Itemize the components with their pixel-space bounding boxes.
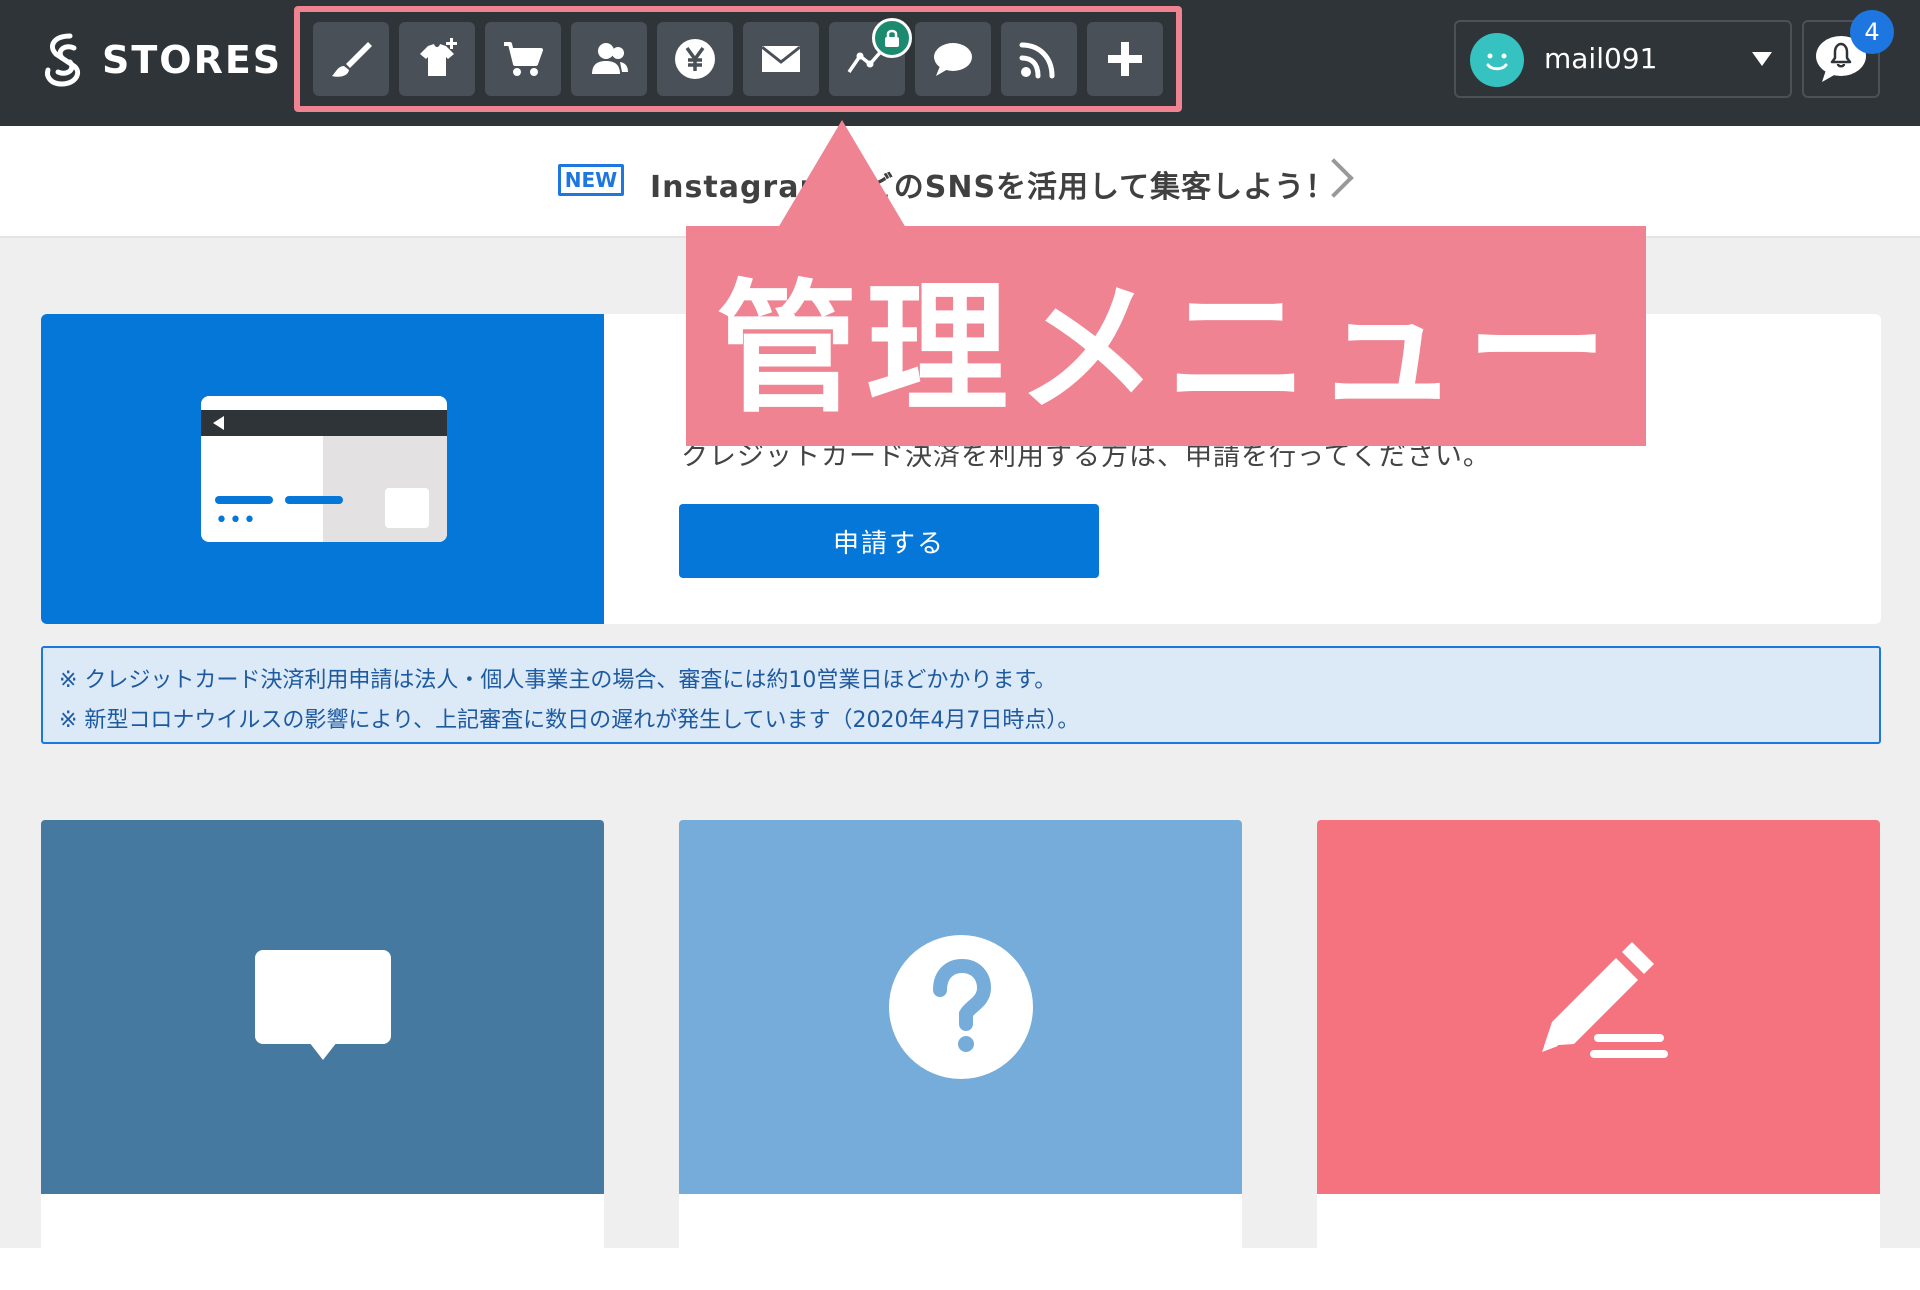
rss-icon <box>1019 42 1055 79</box>
menu-orders-button[interactable] <box>485 22 561 96</box>
question-icon <box>888 935 1033 1079</box>
announcement-text[interactable]: InstagramなどのSNSを活用して集客しよう！ <box>650 162 1336 206</box>
menu-messages-button[interactable] <box>915 22 991 96</box>
tile-messages-header <box>41 820 604 1194</box>
callout-text: 管理メニュー <box>716 267 1616 432</box>
stores-logo[interactable]: STORES <box>40 28 282 92</box>
menu-payments-button[interactable] <box>657 22 733 96</box>
menu-customers-button[interactable] <box>571 22 647 96</box>
brush-icon <box>332 42 372 77</box>
lock-badge <box>872 18 912 58</box>
notice-line-1: ※ クレジットカード決済利用申請は法人・個人事業主の場合、審査には約10営業日ほ… <box>59 668 1057 693</box>
tile-help[interactable] <box>679 820 1242 1290</box>
menu-add-item-button[interactable] <box>399 22 475 96</box>
chevron-down-icon <box>1752 52 1772 66</box>
pencil-icon <box>1541 942 1668 1058</box>
speech-bubble-icon <box>254 950 391 1060</box>
notice-box: ※ クレジットカード決済利用申請は法人・個人事業主の場合、審査には約10営業日ほ… <box>41 646 1881 744</box>
avatar <box>1470 33 1524 87</box>
tile-help-header <box>679 820 1242 1194</box>
credit-card-icon: ••• <box>201 396 447 542</box>
mail-icon <box>761 45 801 72</box>
plus-icon <box>1108 42 1142 76</box>
menu-design-button[interactable] <box>313 22 389 96</box>
account-dropdown[interactable]: mail091 <box>1454 20 1792 98</box>
credit-card-illustration: ••• <box>41 314 604 624</box>
menu-apps-button[interactable] <box>1087 22 1163 96</box>
shopping-bag-icon <box>385 488 429 528</box>
page-bottom <box>0 1248 1920 1290</box>
tile-edit-header <box>1317 820 1880 1194</box>
chat-icon <box>934 43 972 76</box>
smiley-avatar-icon <box>1486 53 1508 71</box>
account-name: mail091 <box>1544 42 1658 75</box>
customers-icon <box>592 43 628 74</box>
lock-icon <box>885 29 899 47</box>
notification-count-badge: 4 <box>1850 10 1894 54</box>
apply-button[interactable]: 申請する <box>679 504 1099 578</box>
menu-blog-button[interactable] <box>1001 22 1077 96</box>
notice-line-2: ※ 新型コロナウイルスの影響により、上記審査に数日の遅れが発生しています（202… <box>59 708 1080 733</box>
menu-mail-button[interactable] <box>743 22 819 96</box>
admin-menu-callout: 管理メニュー <box>686 226 1646 446</box>
tile-messages[interactable] <box>41 820 604 1290</box>
yen-icon <box>675 39 715 79</box>
callout-pointer <box>778 120 906 228</box>
tile-edit[interactable] <box>1317 820 1880 1290</box>
announcement-banner[interactable]: NEW InstagramなどのSNSを活用して集客しよう！ <box>0 126 1920 238</box>
new-badge: NEW <box>558 164 624 196</box>
logo-text: STORES <box>102 38 283 82</box>
stores-logo-icon <box>45 33 80 87</box>
top-navigation-bar: STORES mail091 4 <box>0 0 1920 126</box>
shirt-plus-icon <box>420 38 457 76</box>
cart-icon <box>504 42 543 76</box>
